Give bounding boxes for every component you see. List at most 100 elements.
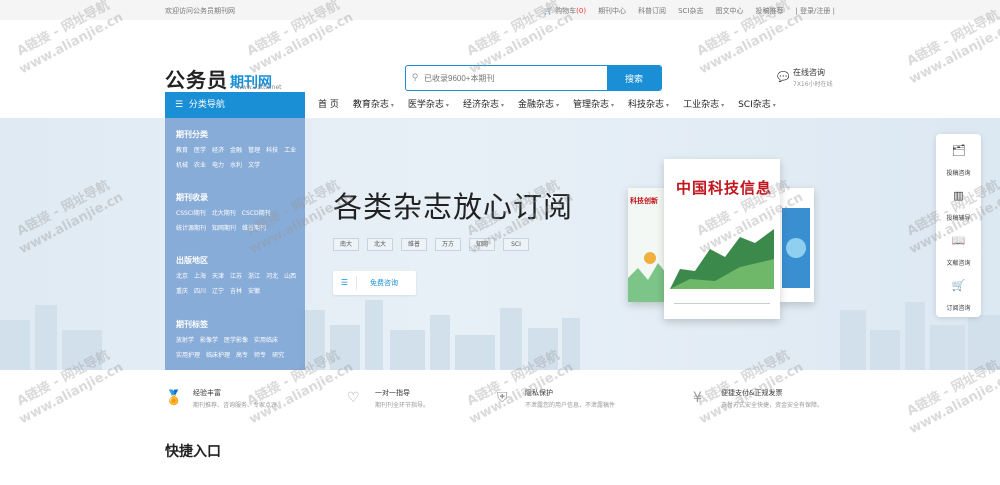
sidebar-item[interactable]: 安徽: [248, 286, 260, 295]
float-subscribe-consult[interactable]: 🛒 订阅咨询: [936, 279, 981, 314]
magazine-footer: [674, 303, 770, 311]
nav-item-8[interactable]: SCI杂志 ▾: [738, 92, 776, 118]
float-submit-guide[interactable]: ▥ 投稿辅导: [936, 189, 981, 224]
top-link-popular-subscribe[interactable]: 科普订阅: [638, 6, 666, 16]
sidebar-item[interactable]: 管理: [248, 145, 260, 154]
sidebar-item[interactable]: 知网期刊: [212, 223, 236, 232]
nav-item-5[interactable]: 管理杂志 ▾: [573, 92, 614, 118]
hero-tags: 南大 北大 维普 万方 知网 SCI: [333, 238, 529, 251]
sidebar-item[interactable]: 重庆: [176, 286, 188, 295]
site-logo[interactable]: 公务员 期刊网 www.21ttw.net: [165, 64, 282, 93]
magazine-cover-left: 科技创新: [628, 188, 666, 302]
top-bar: 欢迎访问公务员期刊网 🛒 购物车(0) 期刊中心 科普订阅 SCI杂志 图文中心 …: [0, 0, 1000, 20]
hero-tag[interactable]: 维普: [401, 238, 427, 251]
nav-item-6[interactable]: 科技杂志 ▾: [628, 92, 669, 118]
cart-link[interactable]: 🛒 购物车(0): [544, 6, 586, 16]
sidebar-item[interactable]: 浙江: [248, 271, 260, 280]
floating-toolbar: 🗂 投稿咨询 ▥ 投稿辅导 📖 文献咨询 🛒 订阅咨询: [936, 134, 981, 317]
nav-item-2[interactable]: 医学杂志 ▾: [408, 92, 449, 118]
sidebar-item[interactable]: 天津: [212, 271, 224, 280]
features-row: 🏅 经验丰富 期刊推荐、咨询服务、专家点评 ♡ 一对一指导 期刊刊全环节指导。 …: [0, 388, 1000, 418]
search-input[interactable]: [424, 66, 607, 90]
top-link-login[interactable]: | 登录/注册 |: [795, 6, 835, 16]
nav-item-7[interactable]: 工业杂志 ▾: [683, 92, 724, 118]
top-link-recommend[interactable]: 投稿推荐: [755, 6, 783, 16]
sidebar-item[interactable]: 水利: [230, 160, 242, 169]
sidebar-items: CSSCI期刊 北大期刊 CSCD期刊统计源期刊 知网期刊 维普期刊: [176, 208, 300, 232]
chevron-down-icon: ▾: [445, 102, 449, 109]
medal-icon: 🏅: [165, 390, 183, 406]
sidebar-item[interactable]: 金融: [230, 145, 242, 154]
sidebar-item[interactable]: 研究: [272, 350, 284, 359]
sidebar-items: 北京 上海 天津 江苏 浙江 河北 山西重庆 四川 辽宁 吉林 安徽: [176, 271, 300, 295]
sidebar-item[interactable]: 统计源期刊: [176, 223, 206, 232]
sidebar-item[interactable]: 上海: [194, 271, 206, 280]
sidebar-item[interactable]: 教育: [176, 145, 188, 154]
search-icon: ⚲: [411, 73, 419, 83]
hero-tag[interactable]: SCI: [503, 238, 529, 251]
sidebar-item[interactable]: 河北: [266, 271, 278, 280]
sidebar-item[interactable]: 农业: [194, 160, 206, 169]
nav-item-3[interactable]: 经济杂志 ▾: [463, 92, 504, 118]
sidebar-item[interactable]: 文学: [248, 160, 260, 169]
nav-item-4[interactable]: 金融杂志 ▾: [518, 92, 559, 118]
sidebar-item[interactable]: CSSCI期刊: [176, 208, 206, 217]
hero-tag[interactable]: 北大: [367, 238, 393, 251]
sidebar-item[interactable]: 科技: [266, 145, 278, 154]
free-consult-button[interactable]: ☰ 免费咨询: [333, 271, 416, 295]
sidebar-item[interactable]: 影像学: [200, 335, 218, 344]
sidebar-item[interactable]: 维普期刊: [242, 223, 266, 232]
sidebar-item[interactable]: 经济: [212, 145, 224, 154]
sidebar-item[interactable]: 吉林: [230, 286, 242, 295]
sidebar-item[interactable]: 工业: [284, 145, 296, 154]
sidebar-item[interactable]: 临床护理: [206, 350, 230, 359]
free-consult-label: 免费咨询: [370, 279, 398, 287]
sidebar-item[interactable]: 电力: [212, 160, 224, 169]
sidebar-item[interactable]: 放射学: [176, 335, 194, 344]
magazine-title: 中国科技信息: [676, 179, 773, 197]
hero-tag[interactable]: 南大: [333, 238, 359, 251]
top-link-graphic-center[interactable]: 图文中心: [715, 6, 743, 16]
sidebar-item[interactable]: 实用护理: [176, 350, 200, 359]
sidebar-item[interactable]: 师专: [254, 350, 266, 359]
search-bar: ⚲ 搜索: [405, 65, 662, 91]
menu-icon: ☰: [175, 100, 184, 110]
city-skyline-decoration: [0, 300, 1000, 370]
sidebar-item[interactable]: 实用临床: [254, 335, 278, 344]
top-link-journal-center[interactable]: 期刊中心: [598, 6, 626, 16]
nav-item-1[interactable]: 教育杂志 ▾: [353, 92, 394, 118]
float-literature-consult[interactable]: 📖 文献咨询: [936, 234, 981, 269]
float-label: 投稿咨询: [946, 170, 971, 177]
sidebar-item[interactable]: 辽宁: [212, 286, 224, 295]
sidebar-item[interactable]: 北大期刊: [212, 208, 236, 217]
hero-tag[interactable]: 知网: [469, 238, 495, 251]
sidebar-item[interactable]: CSCD期刊: [242, 208, 271, 217]
sidebar-item[interactable]: 四川: [194, 286, 206, 295]
sidebar-item[interactable]: 高专: [236, 350, 248, 359]
magazine-art: [782, 208, 810, 288]
category-nav-button[interactable]: ☰ 分类导航: [165, 92, 305, 118]
chevron-down-icon: ▾: [555, 102, 559, 109]
chevron-down-icon: ▾: [666, 102, 670, 109]
welcome-text: 欢迎访问公务员期刊网: [165, 7, 235, 15]
sidebar-section-title: 期刊标签: [176, 320, 208, 329]
heart-hand-icon: ♡: [347, 390, 360, 406]
float-label: 文献咨询: [946, 260, 971, 267]
sidebar-item[interactable]: 北京: [176, 271, 188, 280]
sidebar-item[interactable]: 医学影像: [224, 335, 248, 344]
consult-subtitle: 7X16小时在线: [793, 81, 833, 88]
header: 公务员期刊网 www.21ttw.net ⚲ 搜索 💬 在线咨询 7X16小时在…: [0, 20, 1000, 92]
sidebar-item[interactable]: 机械: [176, 160, 188, 169]
top-link-sci[interactable]: SCI杂志: [678, 6, 703, 16]
sidebar-item[interactable]: 医学: [194, 145, 206, 154]
magazine-art: [628, 252, 666, 302]
sidebar-item[interactable]: 江苏: [230, 271, 242, 280]
magazine-side-title: 科技创新: [630, 197, 658, 205]
nav-items: 首 页教育杂志 ▾ 医学杂志 ▾ 经济杂志 ▾ 金融杂志 ▾ 管理杂志 ▾ 科技杂志 ▾ 工业杂志 ▾ SC…: [318, 92, 776, 118]
sidebar-items: 教育 医学 经济 金融 管理 科技 工业机械 农业 电力 水利 文学: [176, 145, 300, 169]
search-button[interactable]: 搜索: [607, 66, 661, 90]
hero-tag[interactable]: 万方: [435, 238, 461, 251]
sidebar-item[interactable]: 山西: [284, 271, 296, 280]
nav-item-0[interactable]: 首 页: [318, 92, 339, 118]
float-submit-consult[interactable]: 🗂 投稿咨询: [936, 144, 981, 179]
